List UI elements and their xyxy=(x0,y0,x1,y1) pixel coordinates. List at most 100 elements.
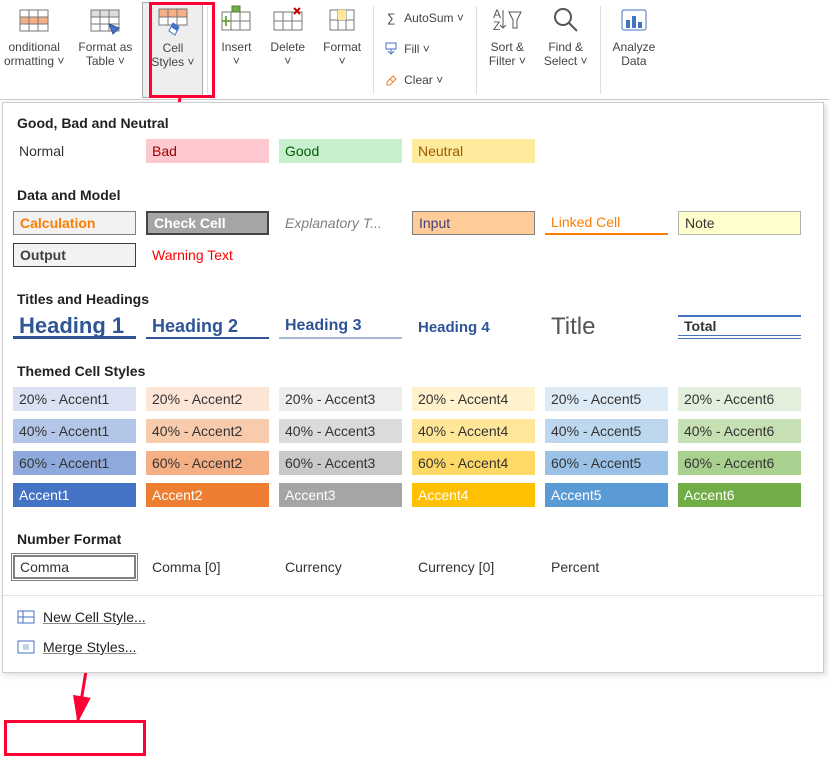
autosum-label: AutoSum ˅ xyxy=(404,11,464,25)
highlight-comma xyxy=(4,720,146,756)
fill-down-icon xyxy=(382,40,400,58)
find-select-label: Find & Select ˅ xyxy=(544,40,588,68)
style-accent4[interactable]: Accent4 xyxy=(412,483,535,507)
cell-styles-button[interactable]: Cell Styles ˅ xyxy=(142,2,203,98)
style-normal[interactable]: Normal xyxy=(13,139,136,163)
analyze-label: Analyze Data xyxy=(613,40,656,68)
section-data-model: Data and Model Calculation Check Cell Expl… xyxy=(3,175,823,279)
style-total[interactable]: Total xyxy=(678,315,801,339)
sort-filter-button[interactable]: AZ Sort & Filter ˅ xyxy=(481,2,534,98)
insert-label: Insert ˅ xyxy=(221,40,251,68)
style-60-accent3[interactable]: 60% - Accent3 xyxy=(279,451,402,475)
style-percent[interactable]: Percent xyxy=(545,555,668,579)
format-icon xyxy=(326,4,358,36)
autosum-button[interactable]: ∑ AutoSum ˅ xyxy=(382,4,464,32)
conditional-formatting-label: onditional ormatting ˅ xyxy=(4,40,64,68)
style-heading-2[interactable]: Heading 2 xyxy=(146,315,269,339)
style-20-accent3[interactable]: 20% - Accent3 xyxy=(279,387,402,411)
style-accent2[interactable]: Accent2 xyxy=(146,483,269,507)
style-40-accent6[interactable]: 40% - Accent6 xyxy=(678,419,801,443)
new-cell-style-button[interactable]: New Cell Style... xyxy=(17,602,823,632)
style-accent1[interactable]: Accent1 xyxy=(13,483,136,507)
merge-styles-icon xyxy=(17,638,35,656)
insert-icon xyxy=(220,4,252,36)
style-20-accent6[interactable]: 20% - Accent6 xyxy=(678,387,801,411)
style-60-accent1[interactable]: 60% - Accent1 xyxy=(13,451,136,475)
style-linked-cell[interactable]: Linked Cell xyxy=(545,211,668,235)
style-60-accent2[interactable]: 60% - Accent2 xyxy=(146,451,269,475)
sort-filter-label: Sort & Filter ˅ xyxy=(489,40,526,68)
section-titles-headings: Titles and Headings Heading 1Heading 2He… xyxy=(3,279,823,351)
ribbon-toolbar: onditional ormatting ˅ Format as Table ˅… xyxy=(0,0,829,100)
style-output[interactable]: Output xyxy=(13,243,136,267)
sort-filter-icon: AZ xyxy=(491,4,523,36)
insert-button[interactable]: Insert ˅ xyxy=(212,2,260,98)
style-comma-0-[interactable]: Comma [0] xyxy=(146,555,269,579)
format-as-table-label: Format as Table ˅ xyxy=(78,40,132,68)
conditional-formatting-icon xyxy=(18,4,50,36)
analyze-data-button[interactable]: Analyze Data xyxy=(605,2,664,98)
cell-styles-icon xyxy=(157,5,189,37)
eraser-icon xyxy=(382,71,400,89)
new-cell-style-label: New Cell Style... xyxy=(43,609,146,625)
section-good-bad-neutral: Good, Bad and Neutral Normal Bad Good Neutr… xyxy=(3,103,823,175)
format-label: Format ˅ xyxy=(323,40,361,68)
style-currency[interactable]: Currency xyxy=(279,555,402,579)
style-40-accent4[interactable]: 40% - Accent4 xyxy=(412,419,535,443)
style-title[interactable]: Title xyxy=(545,315,668,339)
style-bad[interactable]: Bad xyxy=(146,139,269,163)
style-accent6[interactable]: Accent6 xyxy=(678,483,801,507)
style-20-accent1[interactable]: 20% - Accent1 xyxy=(13,387,136,411)
merge-styles-button[interactable]: Merge Styles... xyxy=(17,632,823,662)
style-check-cell[interactable]: Check Cell xyxy=(146,211,269,235)
clear-label: Clear ˅ xyxy=(404,73,443,87)
delete-icon xyxy=(272,4,304,36)
style-60-accent5[interactable]: 60% - Accent5 xyxy=(545,451,668,475)
section-title: Good, Bad and Neutral xyxy=(3,107,823,139)
format-as-table-button[interactable]: Format as Table ˅ xyxy=(70,2,140,98)
find-icon xyxy=(550,4,582,36)
style-comma[interactable]: Comma xyxy=(13,555,136,579)
style-40-accent2[interactable]: 40% - Accent2 xyxy=(146,419,269,443)
style-warning-text[interactable]: Warning Text xyxy=(146,243,269,267)
style-20-accent5[interactable]: 20% - Accent5 xyxy=(545,387,668,411)
style-20-accent4[interactable]: 20% - Accent4 xyxy=(412,387,535,411)
delete-label: Delete ˅ xyxy=(270,40,305,68)
section-number-format: Number Format Comma Comma [0] Currency Curr… xyxy=(3,519,823,591)
conditional-formatting-button[interactable]: onditional ormatting ˅ xyxy=(0,2,68,98)
format-as-table-icon xyxy=(89,4,121,36)
format-button[interactable]: Format ˅ xyxy=(315,2,369,98)
fill-label: Fill ˅ xyxy=(404,42,430,56)
delete-button[interactable]: Delete ˅ xyxy=(262,2,313,98)
style-currency-0-[interactable]: Currency [0] xyxy=(412,555,535,579)
cell-styles-gallery: Good, Bad and Neutral Normal Bad Good Neutr… xyxy=(2,102,824,673)
gallery-footer: New Cell Style... Merge Styles... xyxy=(3,595,823,672)
style-input[interactable]: Input xyxy=(412,211,535,235)
section-themed: Themed Cell Styles 20% - Accent120% - Ac… xyxy=(3,351,823,519)
style-60-accent4[interactable]: 60% - Accent4 xyxy=(412,451,535,475)
style-60-accent6[interactable]: 60% - Accent6 xyxy=(678,451,801,475)
style-accent3[interactable]: Accent3 xyxy=(279,483,402,507)
svg-text:Z: Z xyxy=(493,19,500,33)
cell-styles-label: Cell Styles ˅ xyxy=(151,41,194,69)
style-40-accent3[interactable]: 40% - Accent3 xyxy=(279,419,402,443)
find-select-button[interactable]: Find & Select ˅ xyxy=(536,2,596,98)
clear-button[interactable]: Clear ˅ xyxy=(382,66,443,94)
fill-button[interactable]: Fill ˅ xyxy=(382,35,430,63)
sigma-icon: ∑ xyxy=(382,9,400,27)
section-title: Data and Model xyxy=(3,179,823,211)
style-20-accent2[interactable]: 20% - Accent2 xyxy=(146,387,269,411)
style-40-accent1[interactable]: 40% - Accent1 xyxy=(13,419,136,443)
section-title: Number Format xyxy=(3,523,823,555)
style-calculation[interactable]: Calculation xyxy=(13,211,136,235)
style-note[interactable]: Note xyxy=(678,211,801,235)
style-heading-4[interactable]: Heading 4 xyxy=(412,315,535,339)
style-heading-1[interactable]: Heading 1 xyxy=(13,315,136,339)
style-explanatory-t-[interactable]: Explanatory T... xyxy=(279,211,402,235)
style-40-accent5[interactable]: 40% - Accent5 xyxy=(545,419,668,443)
style-neutral[interactable]: Neutral xyxy=(412,139,535,163)
style-good[interactable]: Good xyxy=(279,139,402,163)
style-heading-3[interactable]: Heading 3 xyxy=(279,315,402,339)
style-accent5[interactable]: Accent5 xyxy=(545,483,668,507)
editing-group: ∑ AutoSum ˅ Fill ˅ Clear ˅ xyxy=(378,2,468,96)
